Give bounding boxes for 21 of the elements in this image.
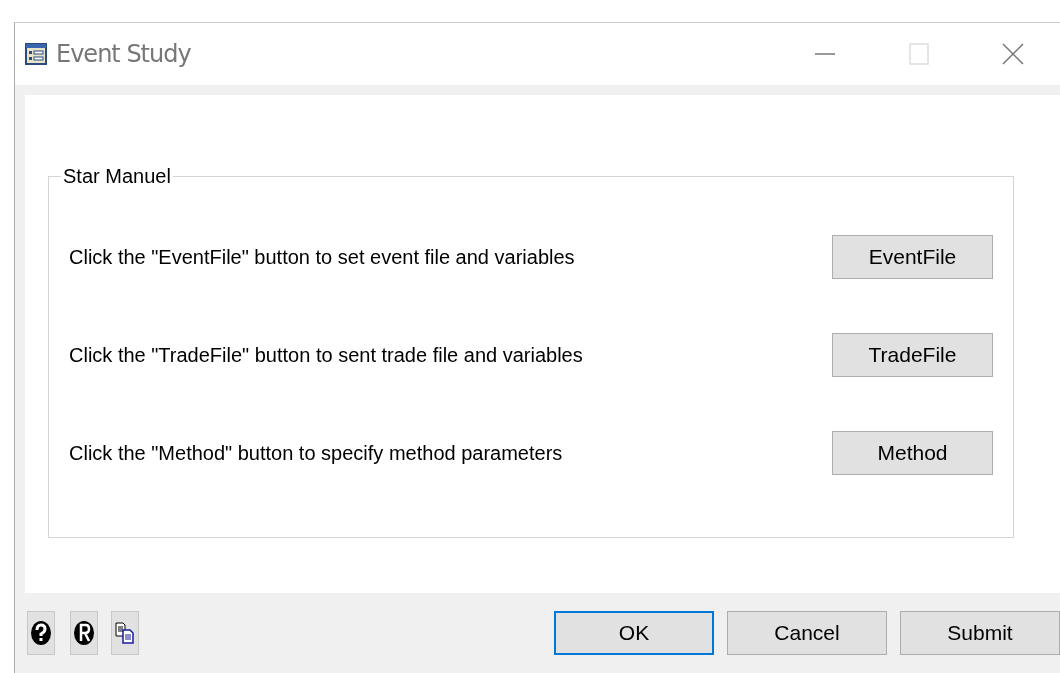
dialog-button[interactable]: OK (554, 611, 714, 655)
minimize-icon (815, 53, 835, 55)
instruction-text: Click the "EventFile" button to set event file and variables (69, 245, 575, 269)
group-legend: Star Manuel (61, 165, 173, 188)
registered-button[interactable] (70, 611, 98, 655)
registered-icon (73, 620, 95, 646)
help-icon (30, 620, 52, 646)
copy-icon (114, 621, 136, 645)
window-title: Event Study (56, 40, 191, 68)
instruction-text: Click the "TradeFile" button to sent trade file and variables (69, 343, 583, 367)
form-icon (25, 43, 47, 65)
dialog-button[interactable]: Cancel (727, 611, 887, 655)
close-icon (1002, 43, 1024, 65)
instruction-text: Click the "Method" button to specify method parameters (69, 441, 563, 465)
action-button[interactable]: TradeFile (832, 333, 993, 377)
copy-button[interactable] (111, 611, 139, 655)
action-button[interactable]: Method (832, 431, 993, 475)
help-button[interactable] (27, 611, 55, 655)
maximize-icon (909, 43, 929, 65)
action-button[interactable]: EventFile (832, 235, 993, 279)
dialog-button[interactable]: Submit (900, 611, 1060, 655)
